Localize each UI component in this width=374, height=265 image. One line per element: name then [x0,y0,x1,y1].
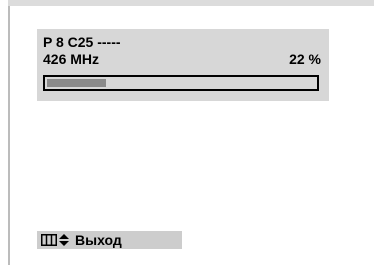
tuning-progress-fill [47,79,106,87]
footer-bar: Выход [37,231,182,249]
frequency-row: 426 MHz 22 % [43,52,321,67]
frequency-value: 426 MHz [43,51,100,67]
tv-osd-screen: P 8 C25 ----- 426 MHz 22 % Выход [0,0,374,265]
tuning-panel: P 8 C25 ----- 426 MHz 22 % [37,29,329,101]
menu-icon[interactable] [41,234,57,246]
up-down-arrows-icon[interactable] [59,234,69,246]
tuning-progress-bar [43,75,319,91]
footer-icons [41,234,69,246]
channel-line: P 8 C25 ----- [43,34,121,50]
progress-percent: 22 % [289,51,321,67]
exit-label[interactable]: Выход [75,232,122,248]
